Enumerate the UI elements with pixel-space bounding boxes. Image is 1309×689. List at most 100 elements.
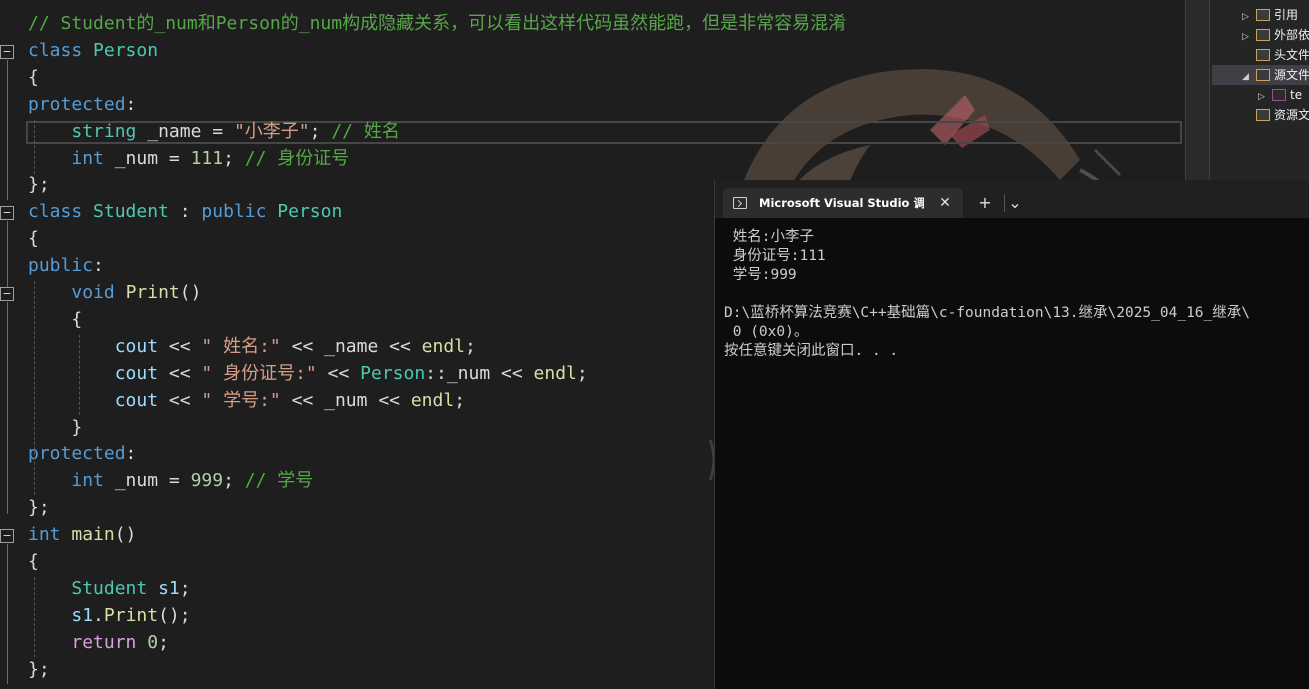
code-line[interactable]: // Student的_num和Person的_num构成隐藏关系，可以看出这样… xyxy=(28,10,846,37)
fold-line xyxy=(7,60,8,200)
tree-item-source-file[interactable]: ▷ te xyxy=(1258,85,1309,105)
code-line[interactable]: { xyxy=(28,548,39,575)
terminal-icon xyxy=(733,197,747,209)
code-token: }; xyxy=(28,497,50,519)
code-line[interactable]: }; xyxy=(28,656,50,683)
code-token: int xyxy=(71,470,104,492)
tree-item-references[interactable]: ▷ 引用 xyxy=(1242,5,1309,25)
code-line[interactable]: { xyxy=(28,64,39,91)
code-token: : xyxy=(125,443,137,465)
code-line[interactable]: }; xyxy=(28,171,50,198)
code-token: << xyxy=(158,362,202,384)
code-line[interactable]: void Print() xyxy=(28,279,201,306)
collapse-arrow-icon[interactable]: ◢ xyxy=(1242,67,1256,87)
explorer-scrollbar[interactable] xyxy=(1186,0,1210,180)
code-token: s1 xyxy=(71,604,94,626)
code-token: " 学号:" xyxy=(201,389,281,411)
fold-line xyxy=(7,221,8,287)
console-titlebar[interactable]: Microsoft Visual Studio 调试控 ✕ + ⌄ xyxy=(715,180,1309,218)
indent-guide xyxy=(34,577,35,657)
code-token: << _num << xyxy=(280,389,411,411)
tree-item-label: 源文件 xyxy=(1274,68,1309,82)
code-line[interactable]: public: xyxy=(28,252,104,279)
code-line[interactable]: } xyxy=(28,414,82,441)
code-line[interactable]: protected: xyxy=(28,440,136,467)
tree-item-resource-files[interactable]: 资源文 xyxy=(1242,105,1309,125)
code-token: cout xyxy=(114,362,159,384)
tree-item-source-files[interactable]: ◢ 源文件 xyxy=(1212,65,1309,85)
fold-toggle-person[interactable]: − xyxy=(0,45,14,59)
code-token: 999 xyxy=(190,470,224,492)
close-icon[interactable]: ✕ xyxy=(935,188,955,218)
code-line[interactable]: string _name = "小李子"; // 姓名 xyxy=(28,118,399,145)
code-token: ; xyxy=(179,577,191,599)
code-token: return xyxy=(71,631,137,653)
code-line[interactable]: class Person xyxy=(28,37,158,64)
code-token: Person xyxy=(360,362,426,384)
code-token: s1 xyxy=(158,577,180,599)
code-line[interactable]: Student s1; xyxy=(28,575,191,602)
code-token: endl xyxy=(533,362,577,384)
console-tab[interactable]: Microsoft Visual Studio 调试控 ✕ xyxy=(723,188,963,218)
debug-console-window[interactable]: Microsoft Visual Studio 调试控 ✕ + ⌄ 姓名:小李子… xyxy=(714,180,1309,689)
expand-arrow-icon[interactable]: ▷ xyxy=(1242,27,1256,47)
code-token: ; xyxy=(454,389,466,411)
code-token: Person xyxy=(277,201,343,223)
tree-item-label: 头文件 xyxy=(1274,48,1309,62)
dropdown-chevron-icon[interactable]: ⌄ xyxy=(1002,188,1028,218)
console-output-line: 姓名:小李子 xyxy=(724,229,814,245)
new-tab-button[interactable]: + xyxy=(972,188,998,218)
tree-item-external-deps[interactable]: ▷ 外部依 xyxy=(1242,25,1309,45)
expand-arrow-icon[interactable]: ▷ xyxy=(1258,87,1272,107)
code-token: public xyxy=(201,201,267,223)
fold-toggle-student[interactable]: − xyxy=(0,206,14,220)
code-line[interactable]: cout << " 身份证号:" << Person::_num << endl… xyxy=(28,360,588,387)
code-line[interactable]: protected: xyxy=(28,91,136,118)
console-output-line: 按任意键关闭此窗口. . . xyxy=(724,343,899,359)
code-token: () xyxy=(114,524,137,546)
code-token: << xyxy=(158,389,202,411)
code-token: { xyxy=(28,551,39,572)
tree-item-header-files[interactable]: 头文件 xyxy=(1242,45,1309,65)
code-token: Print xyxy=(125,282,180,303)
code-token: { xyxy=(28,308,83,330)
indent-guide xyxy=(34,281,35,495)
solution-explorer[interactable]: ▷ 引用 ▷ 外部依 头文件 ◢ 源文件 ▷ te 资源文 xyxy=(1185,0,1309,180)
code-token: ::_num << xyxy=(425,362,534,384)
code-line[interactable]: class Student : public Person xyxy=(28,198,342,225)
code-token: : xyxy=(168,201,202,223)
fold-toggle-main[interactable]: − xyxy=(0,529,14,543)
code-token: // 身份证号 xyxy=(244,147,350,169)
code-token: void xyxy=(71,282,115,303)
code-token: { xyxy=(28,228,39,250)
code-token: << xyxy=(158,335,202,357)
expand-arrow-icon[interactable]: ▷ xyxy=(1242,7,1256,27)
code-line[interactable]: { xyxy=(28,225,39,252)
code-line[interactable]: int _num = 999; // 学号 xyxy=(28,467,313,494)
folder-icon xyxy=(1256,49,1270,61)
code-token: << xyxy=(316,362,361,384)
console-tab-title: Microsoft Visual Studio 调试控 xyxy=(759,196,924,210)
code-line[interactable]: cout << " 姓名:" << _name << endl; xyxy=(28,333,476,360)
code-line[interactable]: }; xyxy=(28,494,50,521)
code-token: endl xyxy=(410,389,455,411)
code-line[interactable]: int _num = 111; // 身份证号 xyxy=(28,145,349,172)
code-line[interactable]: s1.Print(); xyxy=(28,602,191,629)
code-token: (); xyxy=(158,604,191,626)
code-token: _name = xyxy=(136,120,234,142)
code-token: "小李子" xyxy=(233,120,310,142)
code-token: : xyxy=(93,255,104,277)
code-line[interactable]: { xyxy=(28,306,82,333)
code-line[interactable]: return 0; xyxy=(28,629,169,656)
code-line[interactable]: cout << " 学号:" << _num << endl; xyxy=(28,387,465,414)
code-token: 111 xyxy=(190,147,224,169)
code-line[interactable]: int main() xyxy=(28,521,136,548)
indent-guide xyxy=(79,335,80,415)
fold-toggle-print[interactable]: − xyxy=(0,287,14,301)
code-token: ; xyxy=(465,335,476,357)
